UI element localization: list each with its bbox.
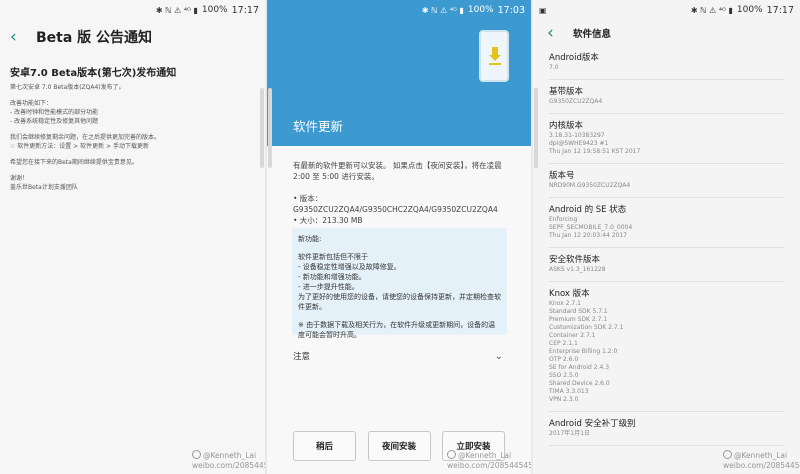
update-size: • 大小：213.30 MB: [293, 216, 363, 225]
app-header: ‹ 软件信息: [533, 20, 800, 46]
beta-notice-screen: ✱ ℕ ⚠ ⁴ᴳ ▮ 100% 17:17 ‹ Beta 版 公告通知 安卓7.…: [0, 0, 265, 474]
info-label: Android 的 SE 状态: [549, 205, 627, 215]
later-button[interactable]: 稍后: [293, 431, 356, 461]
info-list-item[interactable]: 安全软件版本 ASKS v1.3_161228: [549, 248, 784, 282]
update-hero-banner: ✱ ℕ ⚠ ⁴ᴳ ▮ 100% 17:03 软件更新: [267, 0, 531, 146]
scroll-indicator: [268, 88, 272, 168]
notice-line: 第七次安卓 7.0 Beta版本(ZQA4)发布了。: [10, 84, 125, 91]
notes-line: 为了更好的使用您的设备，请使您的设备保持更新，并定期检查软件更新。: [298, 293, 501, 311]
notice-line: 希望您在接下来的Beta期间继续提供宝贵意见。: [10, 159, 138, 166]
info-value: Enforcing SEPF_SECMOBILE_7.0_0004 Thu Ja…: [549, 216, 633, 239]
scroll-indicator: [534, 88, 538, 168]
software-update-screen: ✱ ℕ ⚠ ⁴ᴳ ▮ 100% 17:03 软件更新 有最新的软件更新可以安装。…: [267, 0, 531, 474]
weibo-icon: [192, 450, 201, 459]
info-label: Android 安全补丁级别: [549, 419, 636, 429]
notice-line: ☞ 软件更新方法：设置 > 软件更新 > 手动下载更新: [10, 143, 149, 150]
notes-line: - 进一步提升性能。: [298, 283, 359, 291]
notice-line: 盖乐世Beta计划支援团队: [10, 184, 78, 191]
notes-line: - 设备稳定性增强以及故障修复。: [298, 263, 401, 271]
notice-line: [10, 167, 255, 174]
page-title: 软件信息: [573, 29, 612, 40]
notice-line: [10, 126, 255, 133]
app-header: ‹ Beta 版 公告通知: [0, 20, 265, 54]
update-version: • 版本：G9350ZCU2ZQA4/G9350CHC2ZQA4/G9350ZC…: [293, 194, 498, 214]
status-icons: ✱ ℕ ⚠ ⁴ᴳ ▮: [421, 5, 464, 15]
night-install-button[interactable]: 夜间安装: [367, 431, 431, 461]
battery-level: 100%: [467, 5, 494, 15]
status-icons: ✱ ℕ ⚠ ⁴ᴳ ▮: [690, 5, 733, 15]
attention-label: 注意: [293, 352, 311, 362]
watermark: @Kenneth_Lai weibo.com/208544545: [192, 450, 265, 470]
info-list-item[interactable]: Android 安全补丁级别 2017年1月1日: [549, 412, 784, 446]
back-arrow-icon[interactable]: ‹: [547, 23, 573, 43]
notice-line: [10, 151, 255, 158]
gallery-notification-icon: ▣: [539, 5, 547, 15]
info-list-item[interactable]: Android版本 7.0: [549, 46, 784, 80]
chevron-down-icon: ⌄: [494, 350, 503, 362]
weibo-icon: [723, 450, 732, 459]
info-value: 2017年1月1日: [549, 430, 590, 437]
info-label: 版本号: [549, 171, 575, 181]
status-bar: ✱ ℕ ⚠ ⁴ᴳ ▮ 100% 17:03: [267, 0, 531, 20]
watermark: @Kenneth_Lai weibo.com/208544545: [447, 450, 531, 470]
info-list-item[interactable]: Android 的 SE 状态 Enforcing SEPF_SECMOBILE_…: [549, 198, 784, 248]
notice-heading: 安卓7.0 Beta版本(第七次)发布通知: [10, 68, 177, 79]
update-description: 有最新的软件更新可以安装。 如果点击【夜间安装】，将在凌晨 2:00 至 5:0…: [293, 160, 507, 226]
battery-level: 100%: [201, 5, 228, 15]
info-label: 基带版本: [549, 87, 584, 97]
notes-line: 软件更新包括但不限于: [298, 253, 368, 261]
status-time: 17:17: [766, 4, 794, 16]
attention-expander[interactable]: 注意 ⌄: [293, 350, 503, 363]
status-time: 17:03: [497, 4, 525, 16]
notice-line: 改善功能如下：: [10, 100, 53, 107]
page-title: 软件更新: [293, 119, 344, 134]
info-list-item[interactable]: 版本号 NRD90M.G9350ZCU2ZQA4: [549, 164, 784, 198]
info-value: ASKS v1.3_161228: [549, 266, 606, 273]
battery-level: 100%: [736, 5, 763, 15]
software-info-screen: ▣ ✱ ℕ ⚠ ⁴ᴳ ▮ 100% 17:17 ‹ 软件信息 Android版本…: [533, 0, 800, 474]
back-arrow-icon[interactable]: ‹: [10, 27, 36, 47]
notes-line: - 新功能和增强功能。: [298, 273, 366, 281]
notice-line: 谢谢！: [10, 175, 29, 182]
release-notes-box: 新功能: 软件更新包括但不限于 - 设备稳定性增强以及故障修复。 - 新功能和增强功…: [292, 228, 507, 339]
notes-list: 软件更新包括但不限于 - 设备稳定性增强以及故障修复。 - 新功能和增强功能。 - 进…: [298, 252, 501, 312]
notice-line: - 改善时钟和性能模式的部分功能: [10, 109, 99, 116]
info-value: NRD90M.G9350ZCU2ZQA4: [549, 182, 631, 189]
notice-line: - 改善系统稳定性及修复其他问题: [10, 118, 99, 125]
status-bar: ▣ ✱ ℕ ⚠ ⁴ᴳ ▮ 100% 17:17: [533, 0, 800, 20]
info-label: Knox 版本: [549, 289, 590, 299]
info-list: Android版本 7.0 基带版本 G9350ZCU2ZQA4 内核版本 3.18.31…: [533, 46, 800, 446]
scroll-indicator: [260, 88, 264, 168]
info-value: G9350ZCU2ZQA4: [549, 98, 603, 105]
status-time: 17:17: [231, 4, 259, 16]
weibo-icon: [447, 450, 456, 459]
info-list-item[interactable]: Knox 版本 Knox 2.7.1 Standard SDK 5.7.1 Pre…: [549, 282, 784, 412]
info-value: Knox 2.7.1 Standard SDK 5.7.1 Premium SD…: [549, 300, 624, 403]
info-label: 内核版本: [549, 121, 584, 131]
status-icons: ✱ ℕ ⚠ ⁴ᴳ ▮: [155, 5, 198, 15]
notice-body: 第七次安卓 7.0 Beta版本(ZQA4)发布了。 改善功能如下： - 改善时钟…: [0, 83, 265, 192]
page-title: Beta 版 公告通知: [36, 30, 153, 46]
notice-line: [10, 92, 255, 99]
notice-line: 我们会继续修复剩余问题，在之后提供更加完善的版本。: [10, 134, 161, 141]
info-value: 7.0: [549, 64, 559, 71]
notes-warning: ※ 由于数据下载及相关行为，在软件升级或更新期间，设备的温度可能会暂时升高。: [298, 321, 496, 339]
info-label: Android版本: [549, 53, 599, 63]
watermark: @Kenneth_Lai weibo.com/208544545: [723, 450, 800, 470]
info-label: 安全软件版本: [549, 255, 601, 265]
update-intro: 有最新的软件更新可以安装。 如果点击【夜间安装】，将在凌晨 2:00 至 5:0…: [293, 161, 502, 181]
status-bar: ✱ ℕ ⚠ ⁴ᴳ ▮ 100% 17:17: [0, 0, 265, 20]
phone-download-icon: [479, 30, 509, 82]
notes-title: 新功能:: [298, 235, 322, 243]
info-list-item[interactable]: 基带版本 G9350ZCU2ZQA4: [549, 80, 784, 114]
info-value: 3.18.31-10383297 dpi@SWHE9423 #1 Thu Jan…: [549, 132, 641, 155]
info-list-item[interactable]: 内核版本 3.18.31-10383297 dpi@SWHE9423 #1 Thu…: [549, 114, 784, 164]
